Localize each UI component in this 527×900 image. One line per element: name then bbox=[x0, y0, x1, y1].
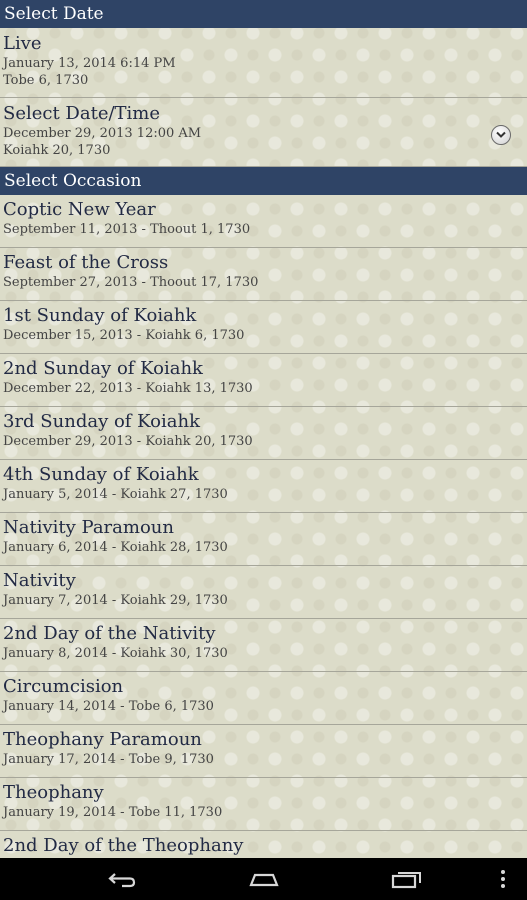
occasion-name: Theophany bbox=[3, 782, 104, 803]
occasion-item[interactable]: 2nd Sunday of Koiahk December 22, 2013 - … bbox=[0, 354, 527, 407]
occasion-item[interactable]: Nativity January 7, 2014 - Koiahk 29, 173… bbox=[0, 566, 527, 619]
occasion-date: January 17, 2014 - Tobe 9, 1730 bbox=[3, 752, 214, 767]
occasion-item[interactable]: 3rd Sunday of Koiahk December 29, 2013 - … bbox=[0, 407, 527, 460]
occasion-date: January 6, 2014 - Koiahk 28, 1730 bbox=[3, 540, 228, 555]
occasion-date: January 7, 2014 - Koiahk 29, 1730 bbox=[3, 593, 228, 608]
chevron-down-circle-icon[interactable] bbox=[491, 125, 511, 145]
home-icon[interactable] bbox=[247, 867, 281, 895]
system-navigation-bar bbox=[0, 858, 527, 900]
occasion-item[interactable]: 4th Sunday of Koiahk January 5, 2014 - Ko… bbox=[0, 460, 527, 513]
occasion-name: 2nd Day of the Theophany bbox=[3, 835, 244, 856]
live-gregorian-date: January 13, 2014 6:14 PM bbox=[3, 56, 176, 71]
occasion-item[interactable]: Theophany January 19, 2014 - Tobe 11, 173… bbox=[0, 778, 527, 831]
occasion-item[interactable]: Feast of the Cross September 27, 2013 - T… bbox=[0, 248, 527, 301]
main-content: Select Date Live January 13, 2014 6:14 P… bbox=[0, 0, 527, 858]
occasion-date: December 22, 2013 - Koiahk 13, 1730 bbox=[3, 381, 253, 396]
live-date-option[interactable]: Live January 13, 2014 6:14 PM Tobe 6, 17… bbox=[0, 28, 527, 98]
live-coptic-date: Tobe 6, 1730 bbox=[3, 73, 89, 88]
occasion-item[interactable]: 2nd Day of the Theophany bbox=[0, 831, 527, 858]
occasion-name: 3rd Sunday of Koiahk bbox=[3, 411, 200, 432]
occasion-date: September 11, 2013 - Thoout 1, 1730 bbox=[3, 222, 251, 237]
occasion-item[interactable]: Coptic New Year September 11, 2013 - Thoo… bbox=[0, 195, 527, 248]
select-occasion-header: Select Occasion bbox=[0, 167, 527, 195]
overflow-menu-icon[interactable] bbox=[498, 867, 508, 895]
occasion-date: December 15, 2013 - Koiahk 6, 1730 bbox=[3, 328, 245, 343]
occasion-date: December 29, 2013 - Koiahk 20, 1730 bbox=[3, 434, 253, 449]
select-date-time-option[interactable]: Select Date/Time December 29, 2013 12:00… bbox=[0, 98, 527, 167]
recent-apps-icon[interactable] bbox=[390, 867, 424, 895]
select-date-header: Select Date bbox=[0, 0, 527, 28]
occasion-item[interactable]: Nativity Paramoun January 6, 2014 - Koiah… bbox=[0, 513, 527, 566]
live-title: Live bbox=[3, 33, 42, 54]
occasion-name: Feast of the Cross bbox=[3, 252, 169, 273]
occasion-name: Nativity bbox=[3, 570, 76, 591]
occasion-date: September 27, 2013 - Thoout 17, 1730 bbox=[3, 275, 259, 290]
occasion-date: January 14, 2014 - Tobe 6, 1730 bbox=[3, 699, 214, 714]
selected-coptic-date: Koiahk 20, 1730 bbox=[3, 143, 111, 158]
select-date-time-title: Select Date/Time bbox=[3, 103, 161, 124]
occasion-name: 1st Sunday of Koiahk bbox=[3, 305, 197, 326]
occasion-name: Nativity Paramoun bbox=[3, 517, 174, 538]
occasion-date: January 8, 2014 - Koiahk 30, 1730 bbox=[3, 646, 228, 661]
occasion-item[interactable]: Theophany Paramoun January 17, 2014 - Tob… bbox=[0, 725, 527, 778]
occasion-name: 4th Sunday of Koiahk bbox=[3, 464, 199, 485]
occasion-date: January 19, 2014 - Tobe 11, 1730 bbox=[3, 805, 223, 820]
occasion-name: Coptic New Year bbox=[3, 199, 156, 220]
selected-gregorian-date: December 29, 2013 12:00 AM bbox=[3, 126, 202, 141]
occasion-name: Theophany Paramoun bbox=[3, 729, 202, 750]
occasion-name: Circumcision bbox=[3, 676, 124, 697]
back-icon[interactable] bbox=[106, 867, 138, 895]
occasion-item[interactable]: 2nd Day of the Nativity January 8, 2014 -… bbox=[0, 619, 527, 672]
occasion-date: January 5, 2014 - Koiahk 27, 1730 bbox=[3, 487, 228, 502]
occasion-name: 2nd Day of the Nativity bbox=[3, 623, 216, 644]
occasion-item[interactable]: Circumcision January 14, 2014 - Tobe 6, 1… bbox=[0, 672, 527, 725]
occasion-list: Coptic New Year September 11, 2013 - Thoo… bbox=[0, 195, 527, 858]
occasion-item[interactable]: 1st Sunday of Koiahk December 15, 2013 - … bbox=[0, 301, 527, 354]
occasion-name: 2nd Sunday of Koiahk bbox=[3, 358, 203, 379]
